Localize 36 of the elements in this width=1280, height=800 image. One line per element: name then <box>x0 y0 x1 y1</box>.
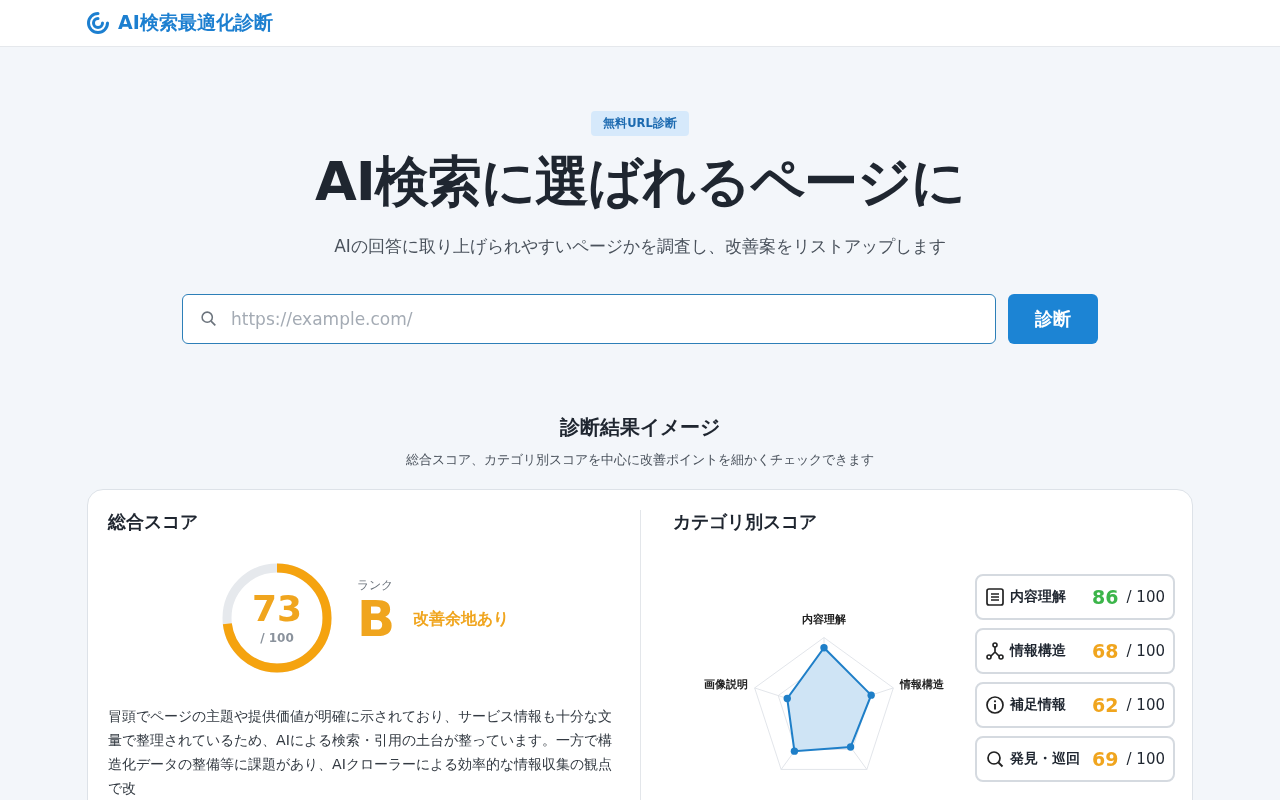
category-max: / 100 <box>1126 695 1165 714</box>
free-badge: 無料URL診断 <box>591 111 689 136</box>
category-score: 68 <box>1092 639 1119 662</box>
hero-subtitle: AIの回答に取り上げられやすいページかを調査し、改善案をリストアップします <box>334 234 946 258</box>
summary-text: 冒頭でページの主題や提供価値が明確に示されており、サービス情報も十分な文量で整理されているため、AIによる検索・引用の土台が整っています。一方で構造化データの整備等に課題があり、AIクローラーによる効率的な情報収集の観点で改 <box>108 706 613 798</box>
category-score: 62 <box>1092 693 1119 716</box>
category-score: 69 <box>1092 747 1119 770</box>
category-name: 発見・巡回 <box>1010 749 1081 768</box>
rank-label: ランク <box>356 577 394 595</box>
hero-title: AI検索に選ばれるページに <box>315 150 965 215</box>
brand-name[interactable]: AI検索最適化診断 <box>118 10 273 36</box>
category-name: 補足情報 <box>1010 695 1067 714</box>
url-field[interactable]: https://example.com/ <box>182 293 996 344</box>
category-score: 86 <box>1092 585 1119 608</box>
rank-note: 改善余地あり <box>413 608 510 630</box>
score-max: / 100 <box>260 630 294 645</box>
axis-label: 画像説明 <box>703 677 748 691</box>
category-name: 内容理解 <box>1010 587 1067 606</box>
section-subtitle: 総合スコア、カテゴリ別スコアを中心に改善ポイントを細かくチェックできます <box>406 450 874 469</box>
score-value: 73 <box>251 590 302 627</box>
panel-title: カテゴリ別スコア <box>673 509 818 534</box>
info-icon <box>985 694 1005 715</box>
category-max: / 100 <box>1126 641 1165 660</box>
axis-label: 内容理解 <box>802 612 846 626</box>
axis-label: 情報構造 <box>900 677 945 691</box>
section-title: 診断結果イメージ <box>560 413 720 441</box>
category-max: / 100 <box>1126 749 1165 768</box>
panel-title: 総合スコア <box>108 509 199 534</box>
diagnose-button[interactable]: 診断 <box>1008 293 1098 344</box>
rank-grade: B <box>356 594 396 645</box>
document-icon <box>985 586 1005 607</box>
category-name: 情報構造 <box>1010 641 1067 660</box>
network-icon <box>985 640 1005 661</box>
logo-icon <box>86 11 110 35</box>
search-icon <box>985 748 1005 769</box>
category-max: / 100 <box>1126 587 1165 606</box>
